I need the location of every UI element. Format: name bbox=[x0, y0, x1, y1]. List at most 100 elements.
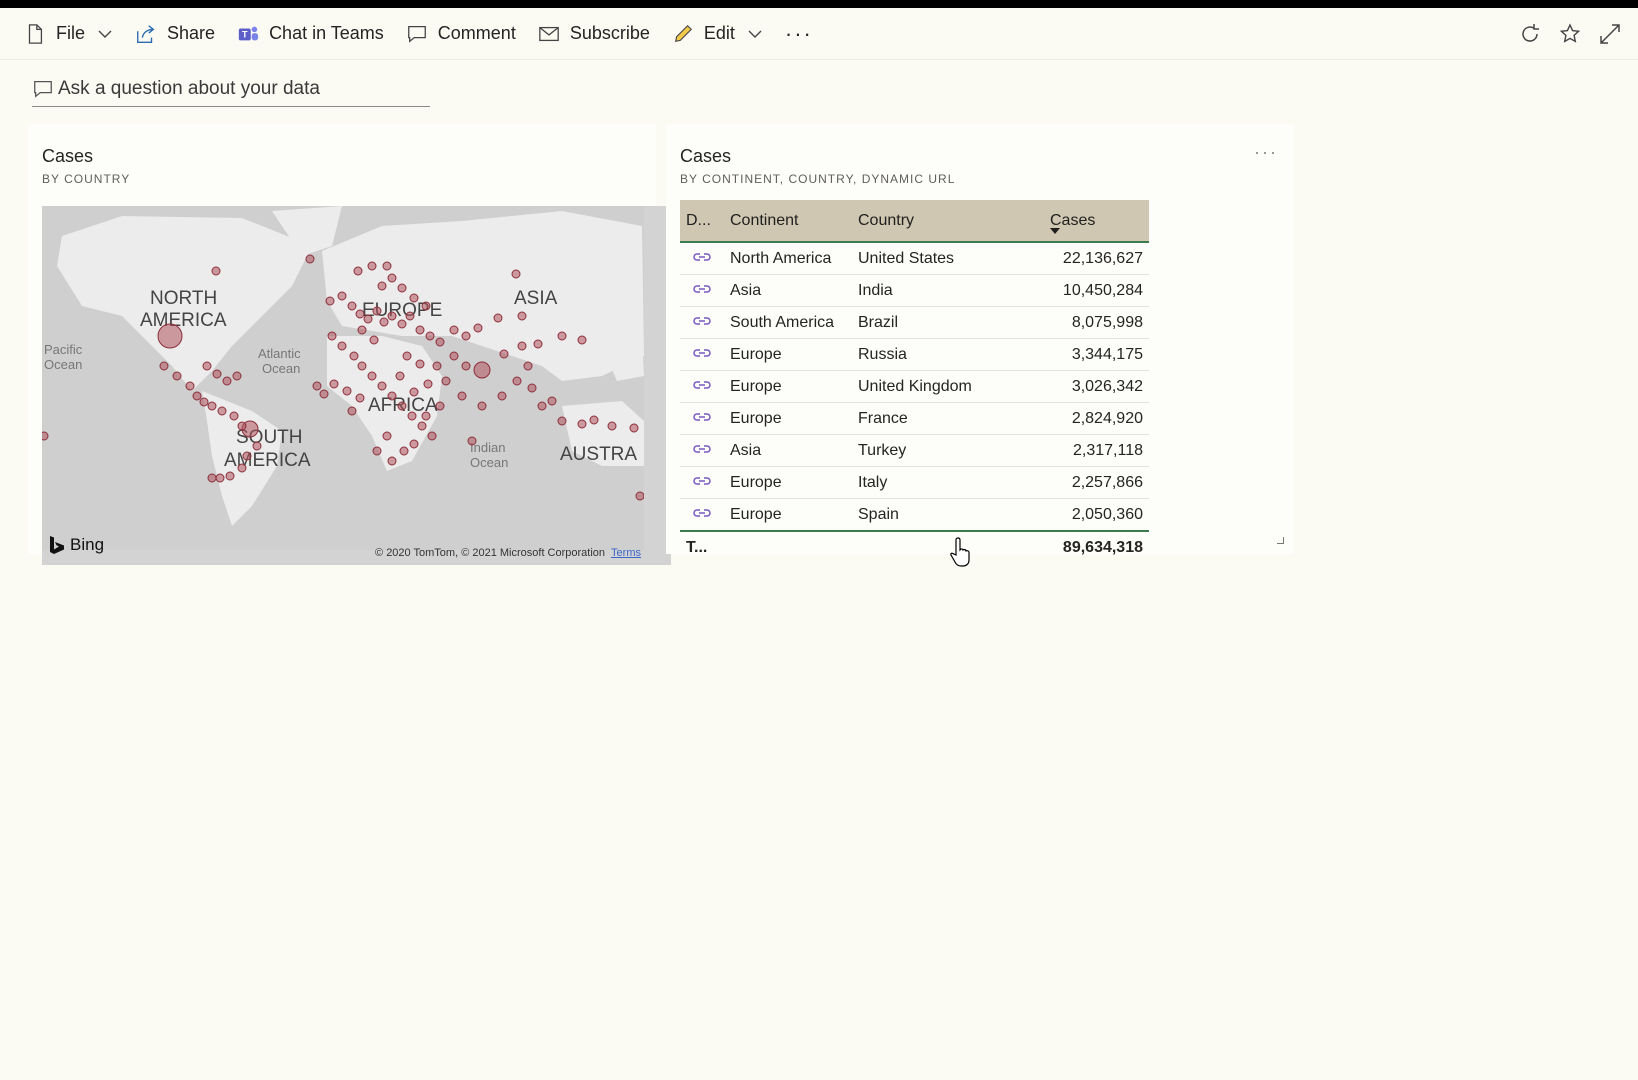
map-bubble[interactable] bbox=[629, 423, 639, 433]
map-bubble[interactable] bbox=[449, 325, 459, 335]
map-bubble[interactable] bbox=[355, 309, 365, 319]
map-bubble[interactable] bbox=[363, 314, 373, 324]
table-row[interactable]: Europe Russia 3,344,175 bbox=[680, 338, 1149, 371]
map-bubble[interactable] bbox=[357, 325, 367, 335]
map-bubble[interactable] bbox=[382, 431, 392, 441]
table-row[interactable]: South America Brazil 8,075,998 bbox=[680, 306, 1149, 339]
map-bubble[interactable] bbox=[397, 319, 407, 329]
map-bubble[interactable] bbox=[405, 311, 415, 321]
map-bubble[interactable] bbox=[387, 456, 397, 466]
map-bubble[interactable] bbox=[357, 361, 367, 371]
map-bubble[interactable] bbox=[337, 291, 347, 301]
map-bubble[interactable] bbox=[355, 393, 365, 403]
map-bubble[interactable] bbox=[242, 451, 252, 461]
map-bubble[interactable] bbox=[342, 386, 352, 396]
map-visual[interactable]: NORTH AMERICA EUROPE ASIA AFRICA SOUTH A… bbox=[42, 206, 671, 565]
map-bubble[interactable] bbox=[399, 446, 409, 456]
map-bubble[interactable] bbox=[537, 401, 547, 411]
map-bubble[interactable] bbox=[421, 301, 431, 311]
map-bubble[interactable] bbox=[367, 371, 377, 381]
map-bubble[interactable] bbox=[349, 351, 359, 361]
map-bubble[interactable] bbox=[327, 331, 337, 341]
table-row[interactable]: Europe United Kingdom 3,026,342 bbox=[680, 370, 1149, 403]
map-bubble[interactable] bbox=[493, 313, 503, 323]
map-bubble[interactable] bbox=[367, 261, 377, 271]
map-bubble[interactable] bbox=[415, 325, 425, 335]
map-bubble[interactable] bbox=[42, 431, 49, 441]
full-screen-button[interactable] bbox=[1590, 14, 1630, 54]
map-bubble[interactable] bbox=[215, 473, 225, 483]
map-bubble[interactable] bbox=[397, 283, 407, 293]
map-bubble[interactable] bbox=[435, 337, 445, 347]
map-bubble[interactable] bbox=[407, 411, 417, 421]
map-bubble[interactable] bbox=[157, 323, 183, 349]
map-bubble[interactable] bbox=[207, 401, 217, 411]
table-row[interactable]: Asia India 10,450,284 bbox=[680, 274, 1149, 307]
dynamic-url-link[interactable] bbox=[680, 466, 724, 499]
map-bubble[interactable] bbox=[232, 371, 242, 381]
map-bubble[interactable] bbox=[329, 379, 339, 389]
map-bubble[interactable] bbox=[377, 281, 387, 291]
map-bubble[interactable] bbox=[473, 323, 483, 333]
map-bubble[interactable] bbox=[461, 331, 471, 341]
map-bubble[interactable] bbox=[517, 341, 527, 351]
dynamic-url-link[interactable] bbox=[680, 370, 724, 403]
map-bubble[interactable] bbox=[312, 381, 322, 391]
map-bubble[interactable] bbox=[635, 491, 644, 501]
map-bubble[interactable] bbox=[577, 335, 587, 345]
map-bubble[interactable] bbox=[527, 383, 537, 393]
map-bubble[interactable] bbox=[517, 311, 527, 321]
map-bubble[interactable] bbox=[225, 471, 235, 481]
map-bubble[interactable] bbox=[325, 296, 335, 306]
file-menu-button[interactable]: File bbox=[24, 14, 113, 54]
map-bubble[interactable] bbox=[192, 391, 202, 401]
map-bubble[interactable] bbox=[305, 254, 315, 264]
dynamic-url-link[interactable] bbox=[680, 306, 724, 339]
column-header-cases[interactable]: Cases bbox=[1036, 200, 1149, 243]
map-bubble[interactable] bbox=[372, 446, 382, 456]
map-bubble[interactable] bbox=[441, 376, 451, 386]
map-bubble[interactable] bbox=[589, 415, 599, 425]
dynamic-url-link[interactable] bbox=[680, 402, 724, 435]
map-bubble[interactable] bbox=[159, 361, 169, 371]
map-bubble[interactable] bbox=[432, 361, 442, 371]
map-bubble[interactable] bbox=[607, 421, 617, 431]
map-bubble[interactable] bbox=[533, 339, 543, 349]
map-bubble[interactable] bbox=[347, 301, 357, 311]
map-bubble[interactable] bbox=[415, 359, 425, 369]
map-bubble[interactable] bbox=[395, 371, 405, 381]
map-bubble[interactable] bbox=[237, 421, 247, 431]
map-bubble[interactable] bbox=[421, 411, 431, 421]
chat-in-teams-button[interactable]: T Chat in Teams bbox=[237, 14, 384, 54]
map-bubble[interactable] bbox=[523, 361, 533, 371]
resize-handle[interactable] bbox=[1277, 537, 1284, 544]
map-bubble[interactable] bbox=[229, 411, 239, 421]
map-bubble[interactable] bbox=[425, 331, 435, 341]
map-bubble[interactable] bbox=[337, 341, 347, 351]
map-bubble[interactable] bbox=[397, 401, 407, 411]
map-bubble[interactable] bbox=[497, 391, 507, 401]
map-bubble[interactable] bbox=[379, 317, 389, 327]
table-row[interactable]: Europe Italy 2,257,866 bbox=[680, 466, 1149, 499]
map-bubble[interactable] bbox=[372, 306, 382, 316]
map-bubble[interactable] bbox=[423, 379, 433, 389]
dynamic-url-link[interactable] bbox=[680, 274, 724, 307]
refresh-button[interactable] bbox=[1510, 14, 1550, 54]
map-bubble[interactable] bbox=[347, 406, 357, 416]
map-bubble[interactable] bbox=[382, 261, 392, 271]
subscribe-button[interactable]: Subscribe bbox=[538, 14, 650, 54]
tile-more-options-button[interactable]: ··· bbox=[1254, 142, 1278, 163]
map-bubble[interactable] bbox=[252, 441, 262, 451]
map-bubble[interactable] bbox=[369, 335, 379, 345]
table-row[interactable]: Europe Spain 2,050,360 bbox=[680, 498, 1149, 532]
map-bubble[interactable] bbox=[222, 376, 232, 386]
map-bubble[interactable] bbox=[467, 436, 477, 446]
more-options-button[interactable]: ··· bbox=[785, 21, 813, 47]
comment-button[interactable]: Comment bbox=[406, 14, 516, 54]
column-header-continent[interactable]: Continent bbox=[724, 200, 852, 243]
map-bubble[interactable] bbox=[202, 361, 212, 371]
map-bubble[interactable] bbox=[477, 401, 487, 411]
map-bubble[interactable] bbox=[319, 389, 329, 399]
map-bubble[interactable] bbox=[409, 293, 419, 303]
map-bubble[interactable] bbox=[473, 361, 491, 379]
